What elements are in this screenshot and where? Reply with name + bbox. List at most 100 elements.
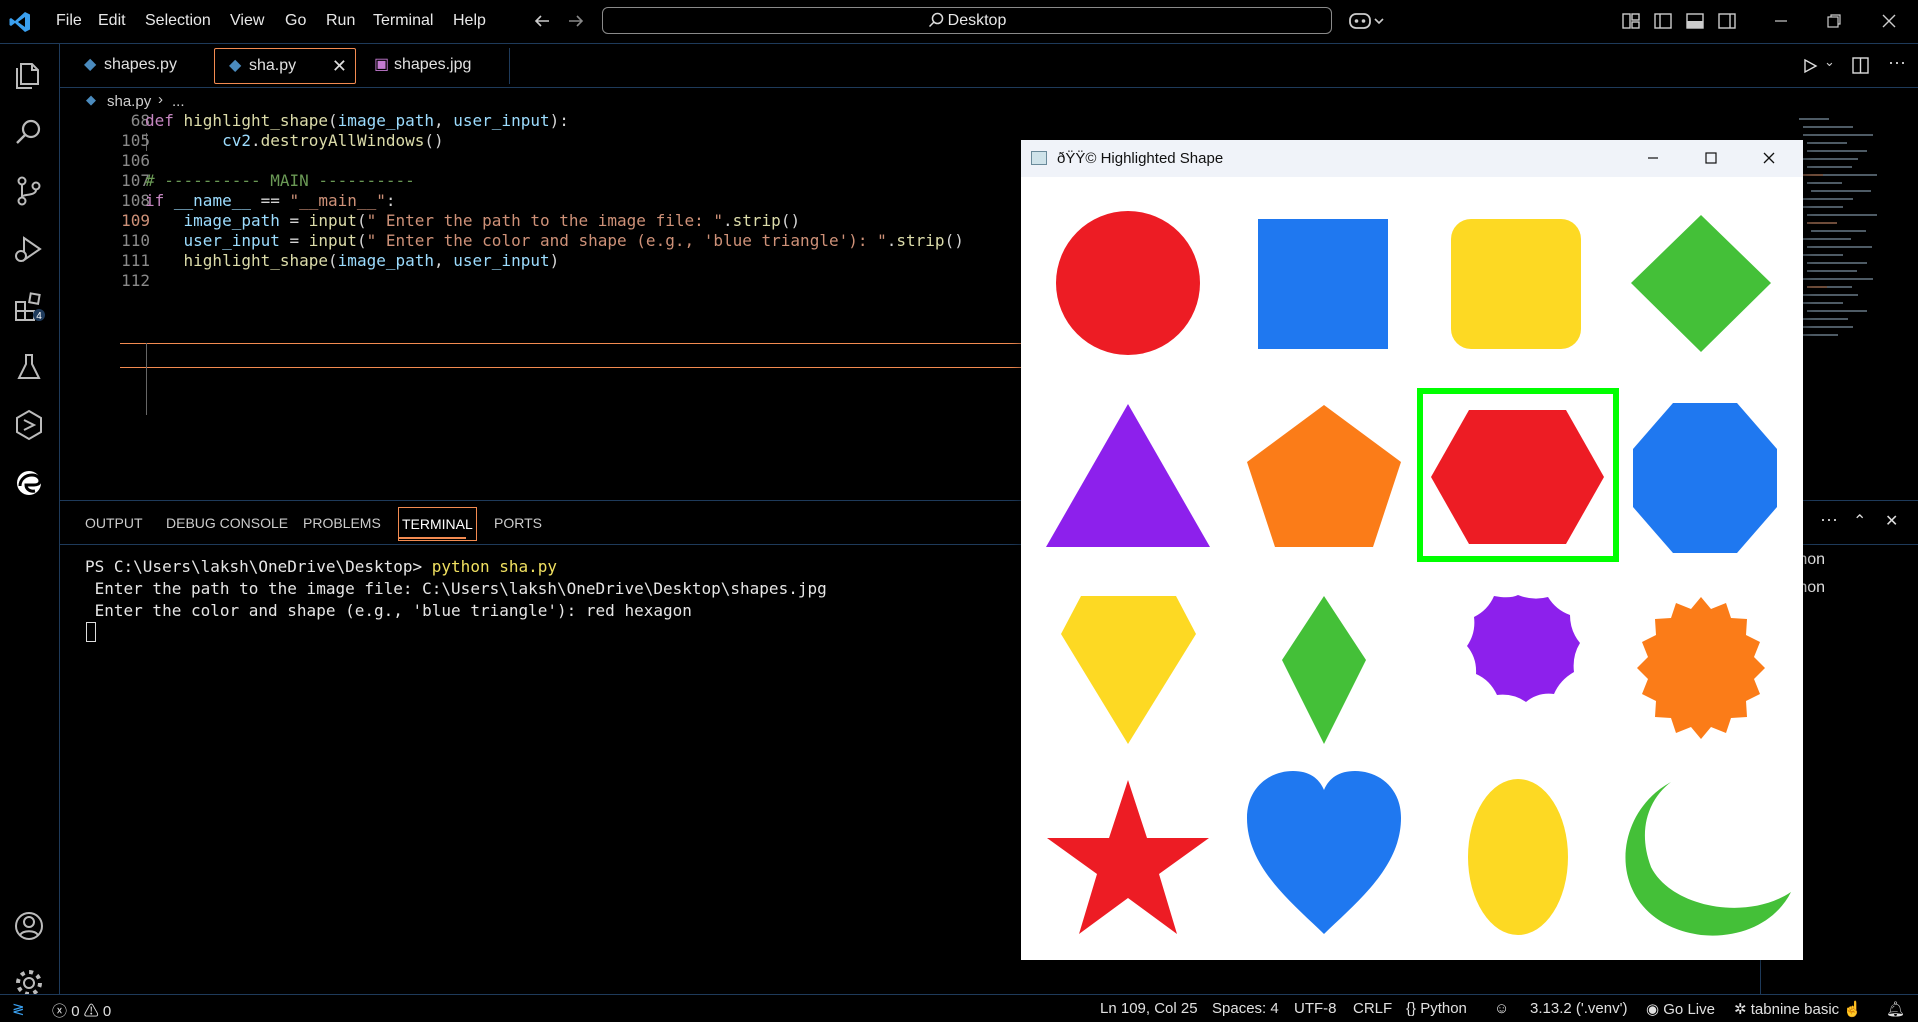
maximize-panel-chevron-up-icon[interactable]: ⌃ <box>1853 511 1866 531</box>
blue-heart <box>1247 771 1401 934</box>
green-diamond <box>1631 215 1771 352</box>
code-line: if __name__ == "__main__": <box>145 191 395 210</box>
terminal-line: Enter the color and shape (e.g., 'blue t… <box>85 601 692 620</box>
copilot-status-icon[interactable]: ☺ <box>1494 1000 1509 1017</box>
tab-label: shapes.py <box>104 56 177 73</box>
code-token: , <box>434 111 454 130</box>
tab-problems[interactable]: PROBLEMS <box>303 515 381 531</box>
restore-icon[interactable] <box>1825 12 1843 30</box>
orange-badge <box>1637 597 1765 739</box>
code-token: " Enter the path to the image file: " <box>366 211 723 230</box>
line-number: 108 <box>121 191 150 210</box>
warning-count: 0 <box>102 1003 112 1020</box>
terminal-line: Enter the path to the image file: C:\Use… <box>85 579 827 598</box>
code-line: highlight_shape(image_path, user_input) <box>145 251 560 270</box>
line-ending[interactable]: CRLF <box>1353 1000 1392 1017</box>
menu-edit[interactable]: Edit <box>98 12 126 30</box>
code-token: strip <box>896 231 945 250</box>
breadcrumb-file[interactable]: sha.py <box>107 93 151 110</box>
vscode-logo-icon <box>9 12 30 32</box>
code-token: image_path <box>183 211 280 230</box>
close-window-icon[interactable] <box>1761 150 1777 166</box>
popup-title-bar[interactable]: ðŸŸ© Highlighted Shape <box>1021 140 1803 177</box>
menu-file[interactable]: File <box>56 12 82 30</box>
tab-debug-console[interactable]: DEBUG CONSOLE <box>166 515 288 531</box>
back-arrow-icon[interactable] <box>533 12 551 30</box>
maximize-icon[interactable] <box>1703 150 1719 166</box>
highlighted-shape-window[interactable]: ðŸŸ© Highlighted Shape <box>1021 140 1803 960</box>
close-window-icon[interactable] <box>1880 12 1898 30</box>
accounts-icon[interactable] <box>12 909 46 943</box>
more-actions-icon[interactable]: ··· <box>1888 52 1906 73</box>
terminal-prompt: PS C:\Users\laksh\OneDrive\Desktop> <box>85 557 432 576</box>
menu-go[interactable]: Go <box>285 12 306 30</box>
terminal-command: python sha.py <box>431 557 558 576</box>
menu-run[interactable]: Run <box>326 12 355 30</box>
go-live-button[interactable]: ◉ Go Live <box>1646 1000 1715 1018</box>
tab-output[interactable]: OUTPUT <box>85 515 143 531</box>
menu-help[interactable]: Help <box>453 12 486 30</box>
code-token: : <box>385 191 396 210</box>
editor-tab-bar: ◆ shapes.py ◆ sha.py ✕ ▣ shapes.jpg ⌄ ··… <box>60 44 1918 88</box>
menu-terminal[interactable]: Terminal <box>373 12 433 30</box>
problems-indicator[interactable]: ⓧ 0 ⚠ 0 <box>52 1000 111 1021</box>
toggle-primary-sidebar-icon[interactable] <box>1654 12 1672 30</box>
code-line: def highlight_shape(image_path, user_inp… <box>145 111 569 130</box>
tab-shapes-py[interactable]: ◆ shapes.py <box>70 48 220 84</box>
code-token: () <box>944 231 964 250</box>
warning-icon: ⚠ <box>83 1003 99 1020</box>
language-mode[interactable]: {} Python <box>1406 1000 1467 1017</box>
menu-view[interactable]: View <box>230 12 264 30</box>
blue-octagon <box>1633 403 1777 553</box>
hand-point-icon: ☝ <box>1843 1001 1863 1018</box>
close-tab-icon[interactable]: ✕ <box>332 49 347 83</box>
forward-arrow-icon[interactable] <box>567 12 585 30</box>
minimap[interactable] <box>1797 113 1907 343</box>
cursor-position[interactable]: Ln 109, Col 25 <box>1100 1000 1198 1017</box>
green-kite <box>1282 596 1366 744</box>
toggle-panel-icon[interactable] <box>1686 12 1704 30</box>
tabnine-icon: ✲ <box>1734 1001 1747 1018</box>
code-token: highlight_shape <box>183 251 329 270</box>
code-line: image_path = input(" Enter the path to t… <box>145 211 801 230</box>
notifications-bell-icon[interactable]: 🔔︎ <box>1886 1000 1905 1018</box>
code-token: if <box>145 191 174 210</box>
tab-sha-py[interactable]: ◆ sha.py ✕ <box>214 48 356 84</box>
line-number: 106 <box>121 151 150 170</box>
current-line-highlight <box>120 343 1021 368</box>
chevron-down-icon[interactable]: ⌄ <box>1824 54 1835 70</box>
close-panel-icon[interactable]: ✕ <box>1885 511 1898 531</box>
error-count: 0 <box>71 1003 80 1020</box>
code-token: ( <box>356 231 367 250</box>
remote-indicator-icon[interactable]: ≷ <box>12 1000 25 1018</box>
line-number: 68 <box>130 111 150 130</box>
explorer-icon[interactable] <box>12 58 46 92</box>
breadcrumb-rest[interactable]: ... <box>172 93 185 110</box>
tab-ports[interactable]: PORTS <box>494 515 542 531</box>
red-star <box>1047 780 1209 934</box>
yellow-gem <box>1061 596 1196 744</box>
toggle-secondary-sidebar-icon[interactable] <box>1718 12 1736 30</box>
tab-terminal[interactable]: TERMINAL <box>398 507 477 541</box>
code-token: user_input <box>453 251 550 270</box>
code-token: . <box>250 131 261 150</box>
more-actions-icon[interactable]: ··· <box>1820 509 1838 530</box>
encoding[interactable]: UTF-8 <box>1294 1000 1337 1017</box>
split-editor-icon[interactable] <box>1852 57 1869 74</box>
layout-customize-icon[interactable] <box>1622 12 1640 30</box>
minimap-preview <box>1799 118 1877 336</box>
code-token: "__main__" <box>289 191 386 210</box>
command-center-search[interactable]: Desktop <box>602 7 1332 34</box>
tabnine-status[interactable]: ✲ tabnine basic ☝ <box>1734 1000 1862 1018</box>
indentation[interactable]: Spaces: 4 <box>1212 1000 1279 1017</box>
minimize-icon[interactable] <box>1645 150 1661 166</box>
menu-selection[interactable]: Selection <box>145 12 211 30</box>
green-crescent <box>1625 782 1791 936</box>
tab-shapes-jpg[interactable]: ▣ shapes.jpg <box>360 48 510 84</box>
copilot-icon[interactable] <box>1348 9 1386 33</box>
python-interpreter[interactable]: 3.13.2 ('.venv') <box>1530 1000 1627 1017</box>
tabnine-label: tabnine basic <box>1750 1001 1840 1018</box>
run-python-file-icon[interactable] <box>1802 58 1818 74</box>
minimize-icon[interactable] <box>1772 12 1790 30</box>
